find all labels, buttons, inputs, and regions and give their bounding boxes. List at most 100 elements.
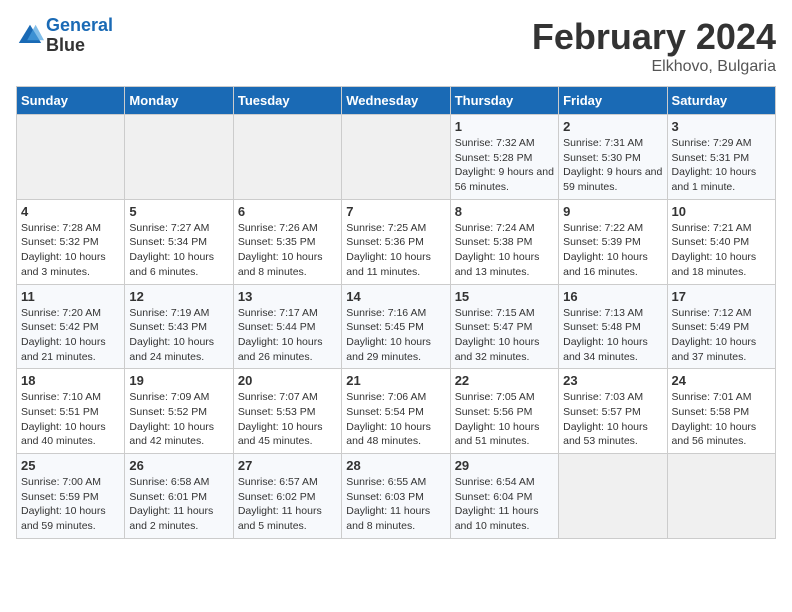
page-header: General Blue February 2024 Elkhovo, Bulg… (16, 16, 776, 76)
day-info: Sunrise: 6:54 AMSunset: 6:04 PMDaylight:… (455, 475, 554, 534)
day-info: Sunrise: 7:26 AMSunset: 5:35 PMDaylight:… (238, 221, 337, 280)
location: Elkhovo, Bulgaria (532, 58, 776, 76)
day-info: Sunrise: 7:19 AMSunset: 5:43 PMDaylight:… (129, 306, 228, 365)
day-cell: 2 Sunrise: 7:31 AMSunset: 5:30 PMDaylight… (559, 115, 667, 200)
day-info: Sunrise: 7:32 AMSunset: 5:28 PMDaylight:… (455, 136, 554, 195)
day-number: 15 (455, 289, 554, 304)
day-number: 20 (238, 373, 337, 388)
day-info: Sunrise: 7:28 AMSunset: 5:32 PMDaylight:… (21, 221, 120, 280)
day-cell: 11 Sunrise: 7:20 AMSunset: 5:42 PMDayligh… (17, 284, 125, 369)
calendar-table: SundayMondayTuesdayWednesdayThursdayFrid… (16, 86, 776, 539)
day-number: 13 (238, 289, 337, 304)
day-info: Sunrise: 7:27 AMSunset: 5:34 PMDaylight:… (129, 221, 228, 280)
day-cell: 9 Sunrise: 7:22 AMSunset: 5:39 PMDaylight… (559, 199, 667, 284)
day-cell: 1 Sunrise: 7:32 AMSunset: 5:28 PMDaylight… (450, 115, 558, 200)
day-cell: 25Sunrise: 7:00 AMSunset: 5:59 PMDayligh… (17, 454, 125, 539)
weekday-header-row: SundayMondayTuesdayWednesdayThursdayFrid… (17, 87, 776, 115)
day-number: 25 (21, 458, 120, 473)
day-number: 14 (346, 289, 445, 304)
day-number: 2 (563, 119, 662, 134)
day-cell: 10 Sunrise: 7:21 AMSunset: 5:40 PMDayligh… (667, 199, 775, 284)
logo: General Blue (16, 16, 113, 56)
day-cell: 13 Sunrise: 7:17 AMSunset: 5:44 PMDayligh… (233, 284, 341, 369)
day-cell: 7Sunrise: 7:25 AMSunset: 5:36 PMDaylight… (342, 199, 450, 284)
weekday-header-monday: Monday (125, 87, 233, 115)
day-number: 28 (346, 458, 445, 473)
week-row-0: 1 Sunrise: 7:32 AMSunset: 5:28 PMDaylight… (17, 115, 776, 200)
day-number: 24 (672, 373, 771, 388)
day-info: Sunrise: 7:13 AMSunset: 5:48 PMDaylight:… (563, 306, 662, 365)
weekday-header-saturday: Saturday (667, 87, 775, 115)
day-cell: 6 Sunrise: 7:26 AMSunset: 5:35 PMDaylight… (233, 199, 341, 284)
day-cell (342, 115, 450, 200)
day-number: 16 (563, 289, 662, 304)
day-number: 6 (238, 204, 337, 219)
day-cell: 28 Sunrise: 6:55 AMSunset: 6:03 PMDayligh… (342, 454, 450, 539)
weekday-header-sunday: Sunday (17, 87, 125, 115)
week-row-1: 4 Sunrise: 7:28 AMSunset: 5:32 PMDaylight… (17, 199, 776, 284)
day-number: 22 (455, 373, 554, 388)
day-cell: 15 Sunrise: 7:15 AMSunset: 5:47 PMDayligh… (450, 284, 558, 369)
weekday-header-tuesday: Tuesday (233, 87, 341, 115)
title-block: February 2024 Elkhovo, Bulgaria (532, 16, 776, 76)
day-info: Sunrise: 7:21 AMSunset: 5:40 PMDaylight:… (672, 221, 771, 280)
day-info: Sunrise: 7:22 AMSunset: 5:39 PMDaylight:… (563, 221, 662, 280)
day-info: Sunrise: 7:06 AMSunset: 5:54 PMDaylight:… (346, 390, 445, 449)
day-cell (559, 454, 667, 539)
day-info: Sunrise: 6:55 AMSunset: 6:03 PMDaylight:… (346, 475, 445, 534)
day-info: Sunrise: 7:07 AMSunset: 5:53 PMDaylight:… (238, 390, 337, 449)
day-cell (17, 115, 125, 200)
day-cell: 16 Sunrise: 7:13 AMSunset: 5:48 PMDayligh… (559, 284, 667, 369)
day-cell: 29 Sunrise: 6:54 AMSunset: 6:04 PMDayligh… (450, 454, 558, 539)
day-cell: 23Sunrise: 7:03 AMSunset: 5:57 PMDayligh… (559, 369, 667, 454)
day-cell: 20 Sunrise: 7:07 AMSunset: 5:53 PMDayligh… (233, 369, 341, 454)
day-cell: 22 Sunrise: 7:05 AMSunset: 5:56 PMDayligh… (450, 369, 558, 454)
day-number: 11 (21, 289, 120, 304)
day-info: Sunrise: 7:15 AMSunset: 5:47 PMDaylight:… (455, 306, 554, 365)
day-info: Sunrise: 6:58 AMSunset: 6:01 PMDaylight:… (129, 475, 228, 534)
day-number: 7 (346, 204, 445, 219)
day-info: Sunrise: 7:05 AMSunset: 5:56 PMDaylight:… (455, 390, 554, 449)
day-info: Sunrise: 7:31 AMSunset: 5:30 PMDaylight:… (563, 136, 662, 195)
day-info: Sunrise: 7:17 AMSunset: 5:44 PMDaylight:… (238, 306, 337, 365)
day-number: 19 (129, 373, 228, 388)
day-number: 26 (129, 458, 228, 473)
day-number: 17 (672, 289, 771, 304)
day-cell: 19 Sunrise: 7:09 AMSunset: 5:52 PMDayligh… (125, 369, 233, 454)
day-number: 1 (455, 119, 554, 134)
day-cell: 3 Sunrise: 7:29 AMSunset: 5:31 PMDaylight… (667, 115, 775, 200)
week-row-3: 18 Sunrise: 7:10 AMSunset: 5:51 PMDayligh… (17, 369, 776, 454)
day-cell: 4 Sunrise: 7:28 AMSunset: 5:32 PMDaylight… (17, 199, 125, 284)
day-cell: 14 Sunrise: 7:16 AMSunset: 5:45 PMDayligh… (342, 284, 450, 369)
day-number: 9 (563, 204, 662, 219)
day-number: 27 (238, 458, 337, 473)
day-info: Sunrise: 7:20 AMSunset: 5:42 PMDaylight:… (21, 306, 120, 365)
day-number: 10 (672, 204, 771, 219)
day-number: 23 (563, 373, 662, 388)
week-row-4: 25Sunrise: 7:00 AMSunset: 5:59 PMDayligh… (17, 454, 776, 539)
day-cell (667, 454, 775, 539)
day-info: Sunrise: 7:29 AMSunset: 5:31 PMDaylight:… (672, 136, 771, 195)
weekday-header-thursday: Thursday (450, 87, 558, 115)
day-info: Sunrise: 7:24 AMSunset: 5:38 PMDaylight:… (455, 221, 554, 280)
day-cell (125, 115, 233, 200)
day-info: Sunrise: 7:12 AMSunset: 5:49 PMDaylight:… (672, 306, 771, 365)
day-cell: 17 Sunrise: 7:12 AMSunset: 5:49 PMDayligh… (667, 284, 775, 369)
week-row-2: 11 Sunrise: 7:20 AMSunset: 5:42 PMDayligh… (17, 284, 776, 369)
day-number: 21 (346, 373, 445, 388)
weekday-header-friday: Friday (559, 87, 667, 115)
day-info: Sunrise: 6:57 AMSunset: 6:02 PMDaylight:… (238, 475, 337, 534)
day-number: 29 (455, 458, 554, 473)
day-cell: 24 Sunrise: 7:01 AMSunset: 5:58 PMDayligh… (667, 369, 775, 454)
day-cell: 5Sunrise: 7:27 AMSunset: 5:34 PMDaylight… (125, 199, 233, 284)
logo-icon (16, 22, 44, 50)
day-info: Sunrise: 7:10 AMSunset: 5:51 PMDaylight:… (21, 390, 120, 449)
day-cell (233, 115, 341, 200)
day-info: Sunrise: 7:09 AMSunset: 5:52 PMDaylight:… (129, 390, 228, 449)
day-info: Sunrise: 7:16 AMSunset: 5:45 PMDaylight:… (346, 306, 445, 365)
day-number: 4 (21, 204, 120, 219)
day-number: 3 (672, 119, 771, 134)
day-cell: 21 Sunrise: 7:06 AMSunset: 5:54 PMDayligh… (342, 369, 450, 454)
day-number: 18 (21, 373, 120, 388)
day-info: Sunrise: 7:01 AMSunset: 5:58 PMDaylight:… (672, 390, 771, 449)
